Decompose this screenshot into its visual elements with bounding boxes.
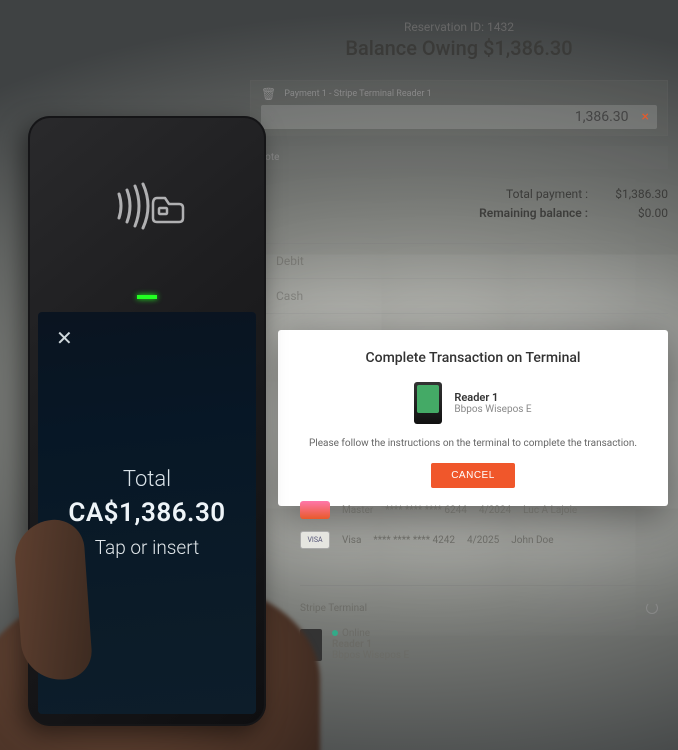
- remaining-balance-label: Remaining balance :: [428, 204, 588, 223]
- modal-instructions: Please follow the instructions on the te…: [296, 438, 650, 449]
- clear-amount-icon[interactable]: ×: [642, 109, 649, 125]
- total-payment-value: $1,386.30: [588, 185, 668, 204]
- status-led: [28, 284, 266, 303]
- cancel-button[interactable]: CANCEL: [431, 463, 515, 488]
- card-holder: John Doe: [511, 535, 553, 546]
- note-input[interactable]: Note: [250, 146, 668, 169]
- saved-card-master[interactable]: Master **** **** **** 6244 4/2024 Luc A …: [300, 495, 658, 525]
- saved-card-visa[interactable]: VISA Visa **** **** **** 4242 4/2025 Joh…: [300, 525, 658, 555]
- complete-transaction-modal: Complete Transaction on Terminal Reader …: [278, 330, 668, 506]
- card-mask: **** **** **** 6244: [385, 505, 467, 516]
- currency-symbol: $: [269, 110, 276, 124]
- contactless-icon: [103, 176, 191, 236]
- saved-cards-section: Master **** **** **** 6244 4/2024 Luc A …: [300, 495, 658, 667]
- terminal-instruction: Tap or insert: [95, 536, 199, 559]
- method-debit[interactable]: Debit: [250, 244, 668, 279]
- trash-icon[interactable]: 🗑: [261, 87, 276, 101]
- card-mask: **** **** **** 4242: [373, 535, 455, 546]
- visa-icon: VISA: [300, 531, 330, 549]
- terminal-close-icon[interactable]: ✕: [56, 326, 73, 350]
- balance-owing: Balance Owing $1,386.30: [250, 36, 668, 60]
- reader-model: Bbpos Wisepos E: [454, 404, 531, 415]
- modal-title: Complete Transaction on Terminal: [296, 350, 650, 366]
- reservation-id: Reservation ID: 1432: [250, 20, 668, 34]
- payment-entry-box: 🗑 Payment 1 - Stripe Terminal Reader 1 $…: [250, 80, 668, 136]
- card-exp: 4/2024: [479, 505, 511, 516]
- amount-value: 1,386.30: [575, 109, 629, 125]
- reader-name: Reader 1: [454, 391, 531, 404]
- method-cash[interactable]: Cash: [250, 279, 668, 314]
- reader-icon: [414, 382, 442, 424]
- method-debit-label: Debit: [276, 254, 304, 268]
- card-brand: Visa: [342, 535, 361, 546]
- remaining-balance-value: $0.00: [588, 204, 668, 223]
- totals-block: Total payment :$1,386.30 Remaining balan…: [250, 185, 668, 223]
- card-holder: Luc A Lajoie: [523, 505, 577, 516]
- total-payment-label: Total payment :: [428, 185, 588, 204]
- stripe-terminal-title: Stripe Terminal: [300, 603, 367, 614]
- stripe-reader-row[interactable]: Online Reader 1 Bbpos Wisepos E: [300, 622, 658, 667]
- nfc-zone: [28, 146, 266, 266]
- terminal-total-amount: CA$1,386.30: [68, 498, 225, 528]
- online-indicator-icon: [332, 630, 338, 636]
- card-exp: 4/2025: [467, 535, 499, 546]
- stripe-reader-name: Reader 1: [332, 639, 409, 650]
- refresh-icon[interactable]: [646, 602, 658, 614]
- amount-input[interactable]: $ 1,386.30 ×: [261, 105, 657, 129]
- stripe-terminal-section: Stripe Terminal Online Reader 1 Bbpos Wi…: [300, 585, 658, 667]
- payment-method-list: Debit Cash: [250, 243, 668, 314]
- mastercard-icon: [300, 501, 330, 519]
- card-brand: Master: [342, 505, 373, 516]
- thumb: [13, 518, 94, 682]
- payment-source-label: Payment 1 - Stripe Terminal Reader 1: [284, 89, 657, 99]
- method-cash-label: Cash: [276, 289, 303, 303]
- stripe-reader-model: Bbpos Wisepos E: [332, 650, 409, 661]
- modal-reader-info: Reader 1 Bbpos Wisepos E: [296, 382, 650, 424]
- reader-status: Online: [342, 628, 370, 639]
- terminal-total-label: Total: [123, 467, 171, 492]
